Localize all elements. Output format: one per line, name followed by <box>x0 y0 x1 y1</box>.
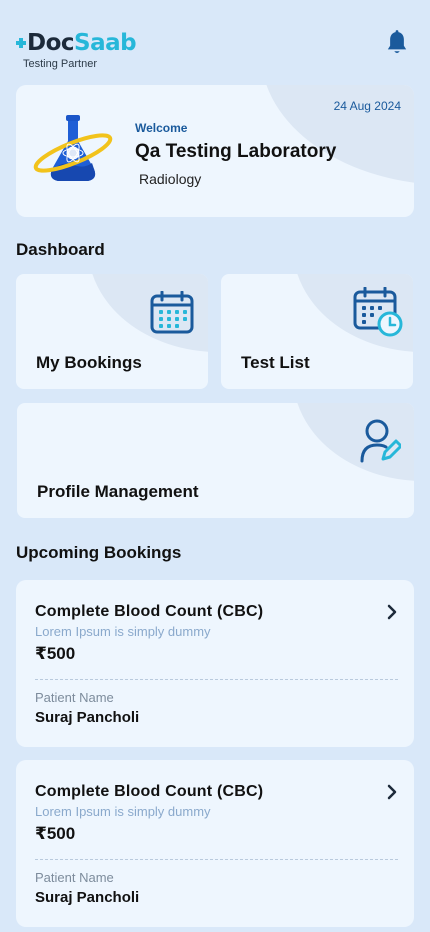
logo-tagline: Testing Partner <box>23 58 97 70</box>
app-header: DocSaab Testing Partner <box>16 28 414 74</box>
welcome-card: Welcome Qa Testing Laboratory Radiology … <box>16 85 414 217</box>
current-date: 24 Aug 2024 <box>333 99 401 113</box>
dashboard-title: Dashboard <box>16 240 105 259</box>
bell-icon[interactable] <box>386 30 408 56</box>
lab-flask-icon <box>33 115 113 181</box>
calendar-clock-icon <box>353 287 403 337</box>
welcome-label: Welcome <box>135 121 188 135</box>
logo-text-doc: Doc <box>27 30 75 56</box>
calendar-icon <box>150 291 194 334</box>
divider <box>35 859 398 860</box>
test-name: Complete Blood Count (CBC) <box>35 603 264 620</box>
booking-card[interactable]: Complete Blood Count (CBC) Lorem Ipsum i… <box>16 760 414 927</box>
patient-name: Suraj Pancholi <box>35 889 140 906</box>
plus-icon <box>16 38 26 48</box>
lab-name: Qa Testing Laboratory <box>135 141 337 162</box>
tile-test-list[interactable]: Test List <box>221 274 413 389</box>
patient-name-label: Patient Name <box>35 690 114 705</box>
tile-label: My Bookings <box>36 353 142 372</box>
test-price: ₹500 <box>35 644 76 663</box>
chevron-right-icon[interactable] <box>386 604 398 620</box>
tile-my-bookings[interactable]: My Bookings <box>16 274 208 389</box>
chevron-right-icon[interactable] <box>386 784 398 800</box>
test-name: Complete Blood Count (CBC) <box>35 783 264 800</box>
test-description: Lorem Ipsum is simply dummy <box>35 804 211 819</box>
test-price: ₹500 <box>35 824 76 843</box>
upcoming-bookings-title: Upcoming Bookings <box>16 543 182 562</box>
patient-name-label: Patient Name <box>35 870 114 885</box>
test-description: Lorem Ipsum is simply dummy <box>35 624 211 639</box>
tile-label: Profile Management <box>37 482 199 501</box>
tile-profile-management[interactable]: Profile Management <box>17 403 414 518</box>
lab-type: Radiology <box>139 171 202 187</box>
divider <box>35 679 398 680</box>
user-edit-icon <box>360 419 401 463</box>
patient-name: Suraj Pancholi <box>35 709 140 726</box>
booking-card[interactable]: Complete Blood Count (CBC) Lorem Ipsum i… <box>16 580 414 747</box>
logo-wordmark: DocSaab <box>16 28 137 58</box>
tile-label: Test List <box>241 353 310 372</box>
logo-text-saab: Saab <box>74 30 137 56</box>
app-logo[interactable]: DocSaab Testing Partner <box>16 28 137 70</box>
